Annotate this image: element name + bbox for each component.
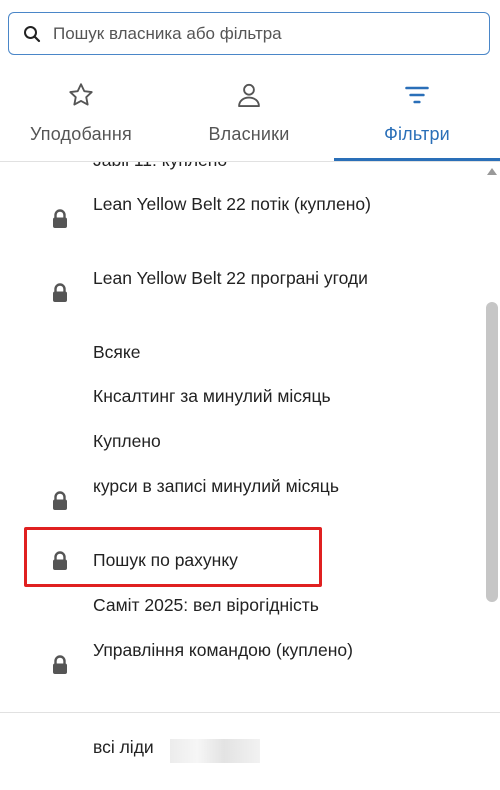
filter-item-label: Jabii 11: куплено — [93, 162, 393, 175]
scrollbar[interactable] — [484, 162, 500, 712]
filter-item-label: Lean Yellow Belt 22 потік (куплено) — [93, 194, 371, 214]
filter-item-label: Кнсалтинг за минулий місяць — [93, 386, 331, 406]
lock-icon — [50, 654, 70, 676]
search-box[interactable] — [8, 12, 490, 55]
person-icon — [235, 72, 263, 118]
search-icon — [21, 23, 43, 45]
tab-favorites-label: Уподобання — [29, 124, 133, 144]
star-icon — [67, 72, 95, 118]
filter-item-label: курси в записі минулий місяць — [93, 476, 339, 496]
tab-filters-label: Фільтри — [384, 124, 450, 144]
tab-filters[interactable]: Фільтри — [350, 72, 484, 162]
active-tab-indicator — [334, 158, 500, 161]
redacted-area — [170, 739, 260, 763]
filter-item-label: Всяке — [93, 342, 141, 362]
lock-icon — [50, 208, 70, 230]
footer: всі ліди — [0, 712, 500, 790]
filter-item-label: Lean Yellow Belt 22 програні угоди — [93, 268, 368, 288]
tab-favorites[interactable]: Уподобання — [10, 72, 152, 162]
tab-bar: Уподобання Власники Фільтри — [0, 72, 500, 162]
highlight-box — [24, 527, 322, 587]
scrollbar-thumb[interactable] — [486, 302, 498, 602]
scroll-up-arrow-icon[interactable] — [487, 168, 497, 175]
filter-item-label: Саміт 2025: вел вірогідність — [93, 595, 319, 615]
filter-item-label: Куплено — [93, 431, 161, 451]
filter-item-label: Управління командою (куплено) — [93, 640, 353, 660]
search-input[interactable] — [53, 23, 489, 44]
all-leads-link[interactable]: всі ліди — [93, 737, 154, 758]
lock-icon — [50, 282, 70, 304]
filter-list[interactable]: Jabii 11: куплено Lean Yellow Belt 22 по… — [0, 162, 484, 710]
tab-owners-label: Власники — [208, 124, 290, 144]
lock-icon — [50, 490, 70, 512]
filter-icon — [403, 72, 431, 118]
tab-owners[interactable]: Власники — [180, 72, 318, 162]
